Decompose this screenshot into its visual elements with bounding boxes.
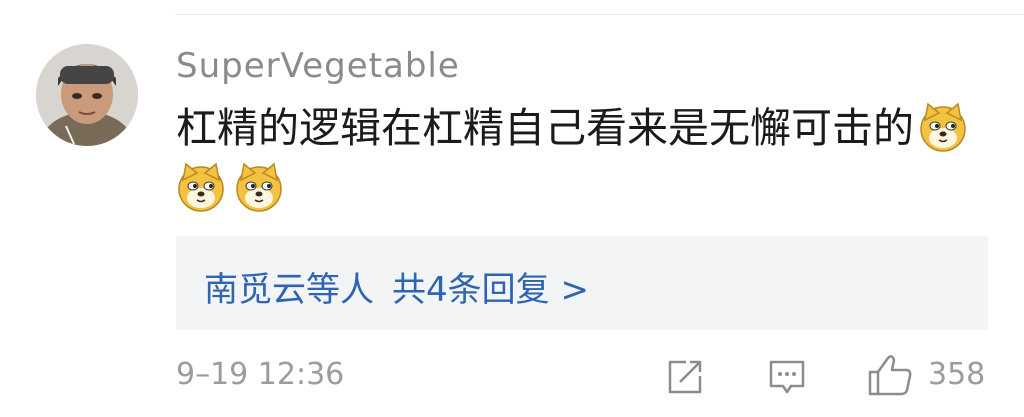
comment-text: 杠精的逻辑在杠精自己看来是无懈可击的 [176,104,914,152]
comment-icon [769,360,805,394]
comment-card: SuperVegetable 杠精的逻辑在杠精自己看来是无懈可击的 南觅云等人 … [0,0,1024,417]
thumbs-up-icon [868,355,912,396]
comment-button[interactable] [767,350,807,398]
avatar-photo [36,44,138,146]
timestamp: 9–19 12:36 [176,357,345,392]
doge-emoji [234,162,284,212]
doge-emoji [918,102,968,152]
replies-link[interactable]: 南觅云等人 共4条回复 > [204,262,589,311]
avatar[interactable] [36,44,138,146]
share-icon [668,360,702,394]
reply-count-label: 共4条回复 > [392,270,589,310]
username[interactable]: SuperVegetable [176,46,460,86]
comment-body: 杠精的逻辑在杠精自己看来是无懈可击的 [176,98,976,218]
doge-emoji [176,162,226,212]
like-button[interactable] [866,350,916,398]
divider [175,14,1024,15]
like-count: 358 [928,357,986,392]
reply-names: 南觅云等人 [204,270,374,310]
share-button[interactable] [664,350,704,398]
replies-preview[interactable]: 南觅云等人 共4条回复 > [176,236,988,330]
